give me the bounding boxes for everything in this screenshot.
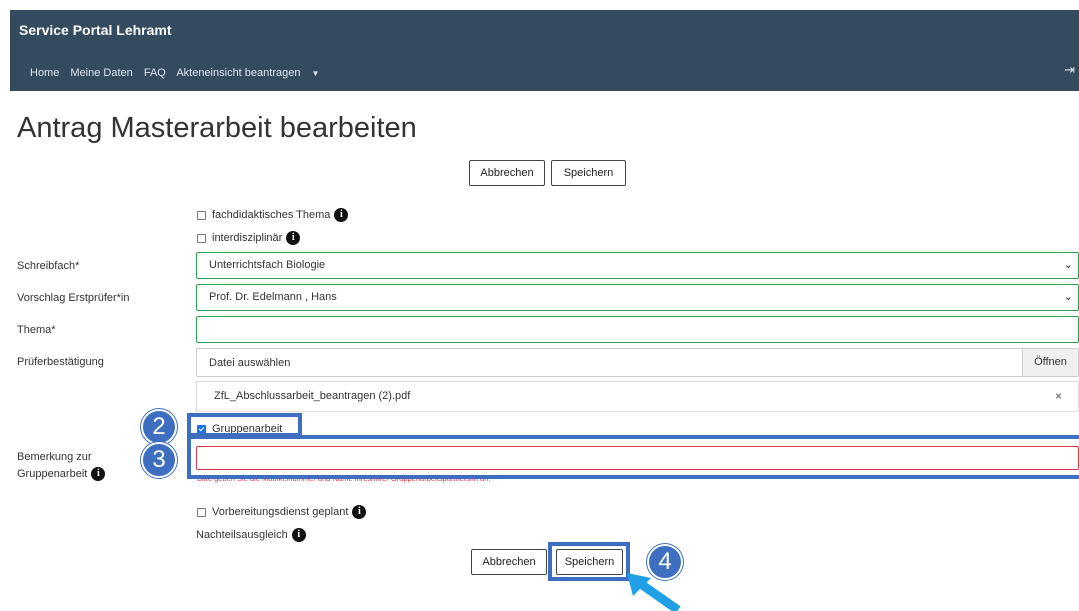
nav-akteneinsicht[interactable]: Akteneinsicht beantragen ▼ [176, 67, 327, 79]
erstpruefer-select[interactable]: Prof. Dr. Edelmann , Hans ⌄ [196, 284, 1079, 311]
vorbereitungsdienst-checkbox[interactable] [197, 507, 206, 517]
page-title: Antrag Masterarbeit bearbeiten [17, 112, 417, 144]
info-icon[interactable]: i [352, 505, 367, 519]
schreibfach-select[interactable]: Unterrichtsfach Biologie ⌄ [196, 252, 1079, 279]
info-icon[interactable]: i [286, 231, 301, 245]
uploaded-file-name[interactable]: ZfL_Abschlussarbeit_beantragen (2).pdf [214, 390, 410, 402]
fachdidaktisch-row: fachdidaktisches Thema i [197, 208, 349, 222]
vorbereitungsdienst-row: Vorbereitungsdienst geplant i [197, 505, 367, 519]
info-icon[interactable]: i [334, 208, 349, 222]
save-button-top[interactable]: Speichern [551, 160, 626, 186]
interdisziplinaer-label: interdisziplinär [212, 232, 283, 244]
info-icon[interactable]: i [291, 528, 306, 542]
step-3-badge: 3 [141, 442, 177, 478]
highlight-save-button [548, 542, 630, 581]
erstpruefer-value: Prof. Dr. Edelmann , Hans [209, 291, 337, 303]
cancel-button-bottom[interactable]: Abbrechen [471, 549, 547, 575]
cancel-button-top[interactable]: Abbrechen [469, 160, 545, 186]
fachdidaktisch-label: fachdidaktisches Thema [212, 209, 331, 221]
file-placeholder: Datei auswählen [209, 357, 291, 369]
vorbereitungsdienst-label: Vorbereitungsdienst geplant [212, 506, 349, 518]
thema-input[interactable] [196, 316, 1079, 343]
uploaded-file-item: ZfL_Abschlussarbeit_beantragen (2).pdf × [196, 381, 1079, 412]
interdisziplinaer-checkbox[interactable] [197, 233, 206, 243]
erstpruefer-label: Vorschlag Erstprüfer*in [17, 292, 130, 304]
pointer-arrow-icon [627, 573, 681, 611]
nachteilsausgleich-row: Nachteilsausgleich i [196, 528, 306, 542]
interdisziplinaer-row: interdisziplinär i [197, 231, 301, 245]
sign-out-icon[interactable]: ⇥ [1064, 62, 1075, 78]
nav-akteneinsicht-label: Akteneinsicht beantragen [176, 67, 301, 79]
chevron-down-icon: ⌄ [1063, 259, 1073, 271]
bemerkung-label-line1: Bemerkung zur [17, 451, 92, 463]
file-open-button[interactable]: Öffnen [1022, 349, 1078, 376]
portal-brand[interactable]: Service Portal Lehramt [19, 22, 172, 38]
nav-home[interactable]: Home [30, 67, 59, 79]
caret-down-icon: ▼ [311, 69, 320, 78]
bemerkung-label-line2-row: Gruppenarbeit i [17, 466, 106, 482]
step-2-badge: 2 [141, 409, 177, 445]
info-icon[interactable]: i [91, 467, 106, 481]
schreibfach-label: Schreibfach* [17, 260, 80, 272]
chevron-down-icon: ⌄ [1063, 291, 1073, 303]
fachdidaktisch-checkbox[interactable] [197, 210, 206, 220]
top-navbar: Service Portal Lehramt Home Meine Daten … [10, 10, 1079, 91]
nachteilsausgleich-label: Nachteilsausgleich [196, 529, 288, 541]
highlight-gruppenarbeit [187, 413, 302, 437]
main-nav: Home Meine Daten FAQ Akteneinsicht beant… [30, 67, 335, 79]
nav-faq[interactable]: FAQ [144, 67, 166, 79]
prueferbestaetigung-file-input[interactable]: Datei auswählen Öffnen [196, 348, 1079, 377]
nav-meine-daten[interactable]: Meine Daten [70, 67, 132, 79]
remove-file-icon[interactable]: × [1055, 389, 1062, 403]
schreibfach-value: Unterrichtsfach Biologie [209, 259, 326, 271]
thema-label: Thema* [17, 324, 56, 336]
prueferbestaetigung-label: Prüferbestätigung [17, 356, 104, 368]
bemerkung-label-line2: Gruppenarbeit [17, 468, 88, 480]
highlight-bemerkung [187, 435, 1079, 479]
